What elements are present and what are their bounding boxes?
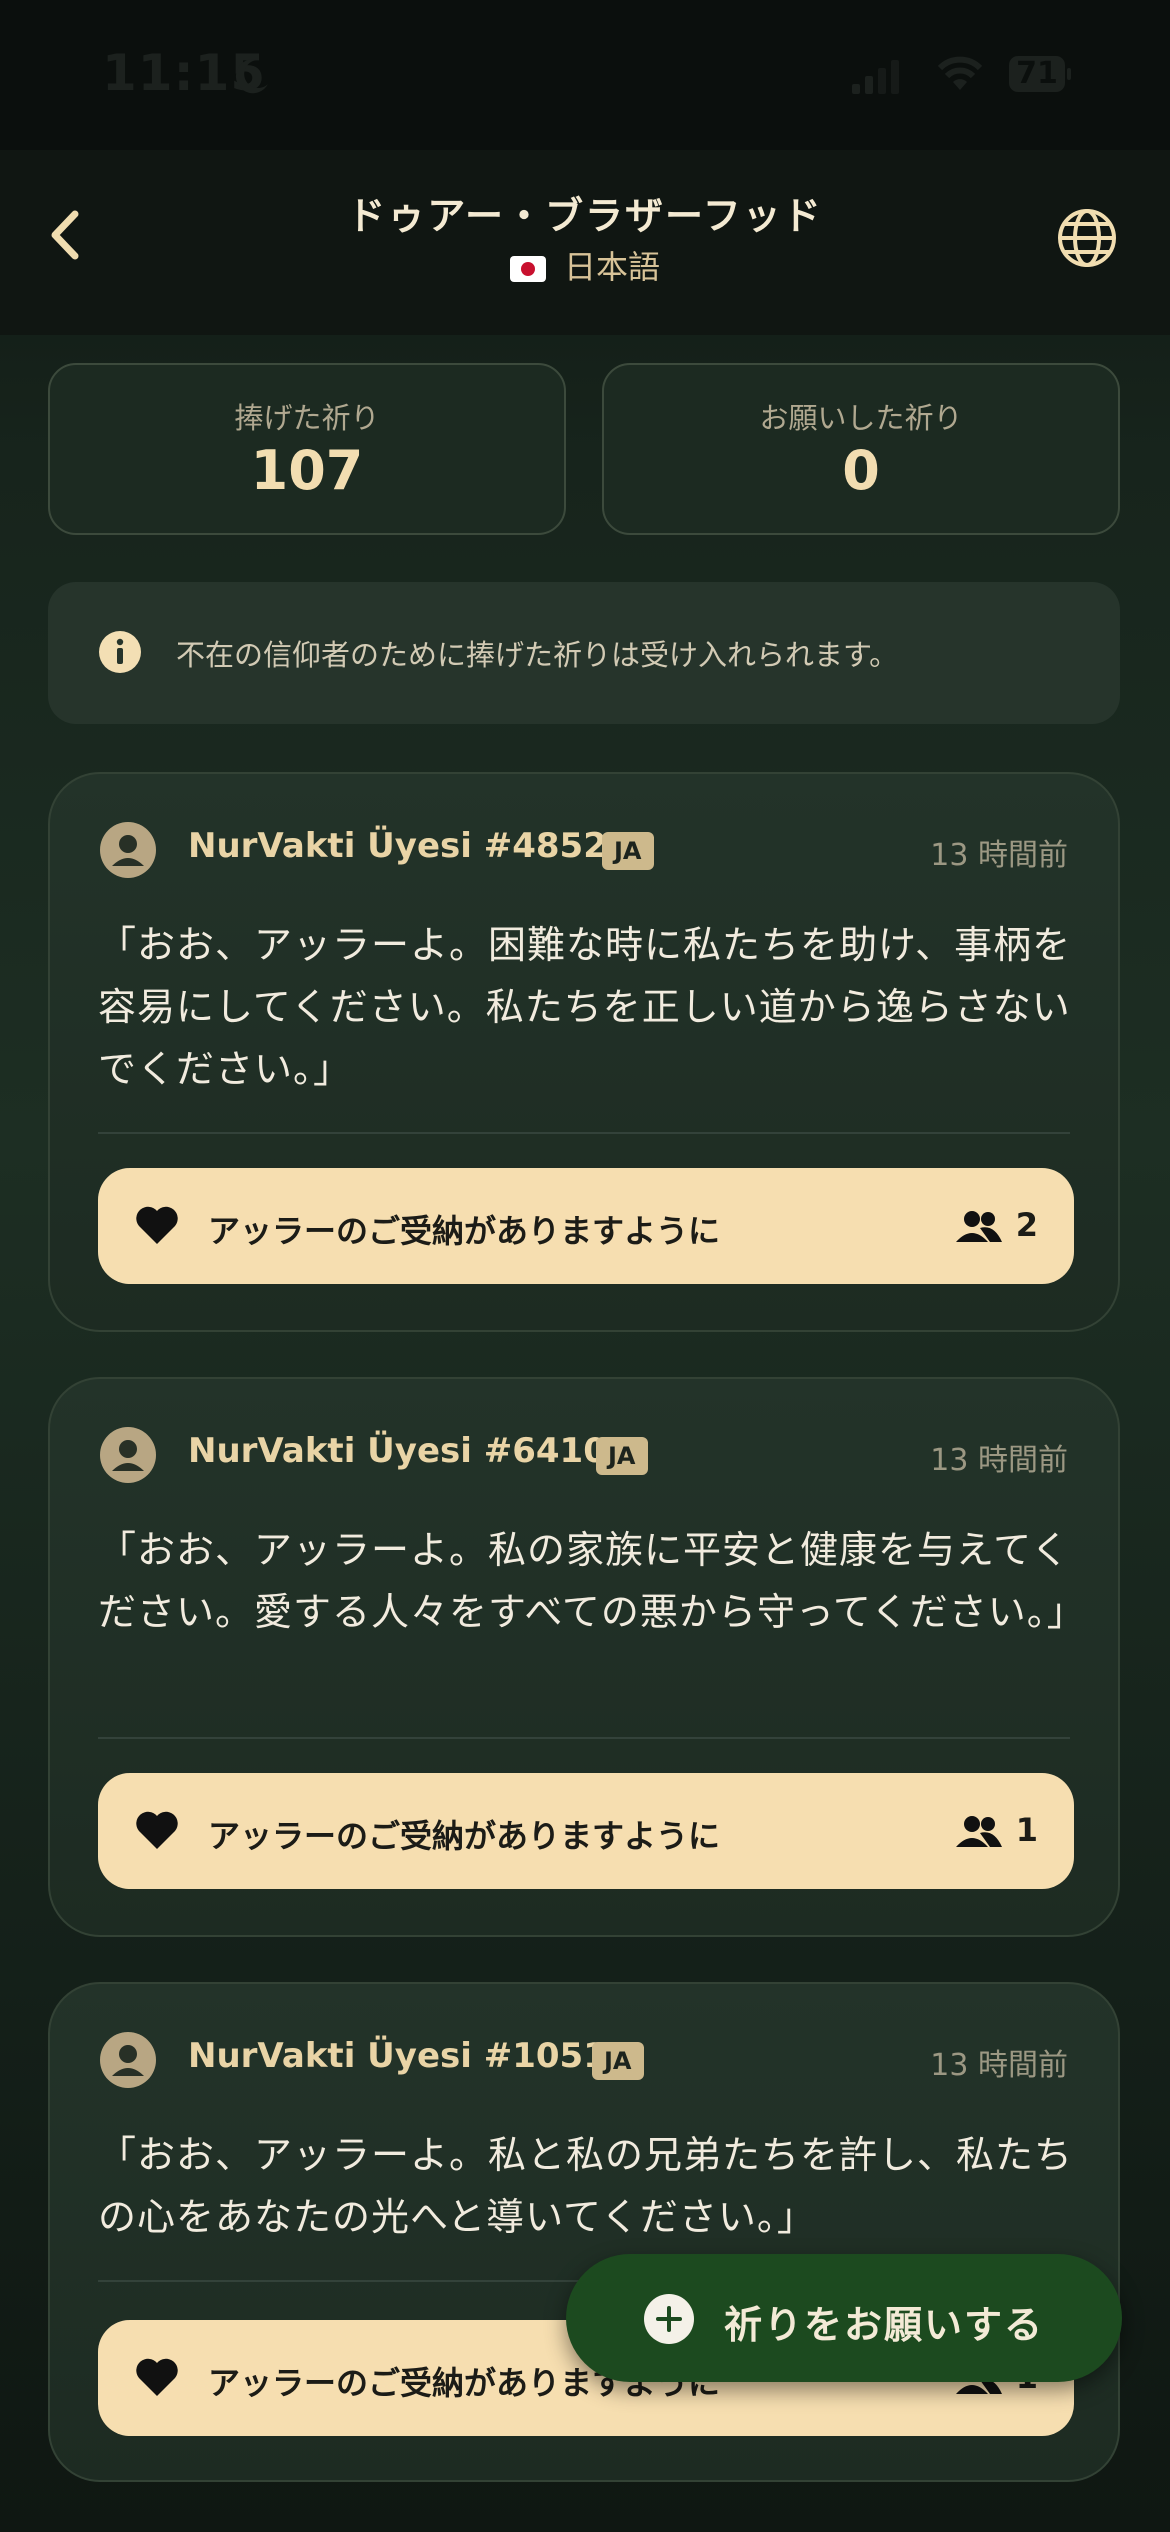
people-icon [956,1816,1002,1847]
amen-button[interactable]: アッラーのご受納がありますように 1 [98,1773,1074,1889]
timestamp: 13 時間前 [930,838,1068,873]
info-icon [99,631,141,673]
requested-prayers-value: 0 [842,439,880,502]
prayer-text: 「おお、アッラーよ。私の家族に平安と健康を与えてください。愛する人々をすべての悪… [98,1528,1086,1634]
prayer-card: NurVakti Üyesi #1051 JA 13 時間前 「おお、アッラーよ… [48,1982,1120,2482]
prayer-card: NurVakti Üyesi #6410 JA 13 時間前 「おお、アッラーよ… [48,1377,1120,1937]
amen-count: 2 [1015,1206,1038,1244]
author-name: NurVakti Üyesi #6410 [188,1431,607,1471]
author-name: NurVakti Üyesi #4852 [188,826,607,866]
offered-prayers-card: 捧げた祈り 107 [48,363,566,535]
timestamp: 13 時間前 [930,1443,1068,1478]
amen-label: アッラーのご受納がありますように [208,1212,721,1250]
amen-count: 1 [1015,1811,1038,1849]
prayer-text: 「おお、アッラーよ。困難な時に私たちを助け、事柄を容易にしてください。私たちを正… [98,923,1072,1091]
heart-icon [136,2358,178,2396]
language-badge: JA [602,832,654,870]
user-avatar-icon [100,1427,156,1483]
author-name: NurVakti Üyesi #1051 [188,2036,607,2076]
heart-icon [136,1811,178,1849]
globe-icon[interactable] [1055,206,1119,270]
offered-prayers-label: 捧げた祈り [234,401,380,435]
offered-prayers-value: 107 [250,439,364,502]
heart-icon [136,1206,178,1244]
user-avatar-icon [100,822,156,878]
user-avatar-icon [100,2032,156,2088]
divider [98,1737,1070,1739]
plus-circle-icon [644,2294,694,2344]
prayer-text: 「おお、アッラーよ。私と私の兄弟たちを許し、私たちの心をあなたの光へと導いてくだ… [98,2133,1074,2239]
wifi-icon [937,56,983,90]
amen-label: アッラーのご受納がありますように [208,1817,721,1855]
amen-button[interactable]: アッラーのご受納がありますように 2 [98,1168,1074,1284]
language-badge: JA [592,2042,644,2080]
japan-flag-icon [509,256,546,282]
language-badge: JA [596,1437,648,1475]
requested-prayers-label: お願いした祈り [759,401,963,435]
info-banner: 不在の信仰者のために捧げた祈りは受け入れられます。 [48,582,1120,724]
battery-level: 71 [1016,56,1058,91]
people-icon [956,1211,1002,1242]
info-text: 不在の信仰者のために捧げた祈りは受け入れられます。 [176,638,899,672]
language-label: 日本語 [563,248,660,286]
moon-icon [235,59,268,94]
timestamp: 13 時間前 [930,2048,1068,2083]
requested-prayers-card: お願いした祈り 0 [602,363,1120,535]
request-prayer-button[interactable]: 祈りをお願いする [566,2254,1122,2382]
language-indicator: 日本語 [0,242,1170,288]
divider [98,1132,1070,1134]
signal-icon [852,60,899,94]
request-prayer-label: 祈りをお願いする [724,2303,1045,2347]
prayer-card: NurVakti Üyesi #4852 JA 13 時間前 「おお、アッラーよ… [48,772,1120,1332]
page-title: ドゥアー・ブラザーフッド [347,194,823,238]
